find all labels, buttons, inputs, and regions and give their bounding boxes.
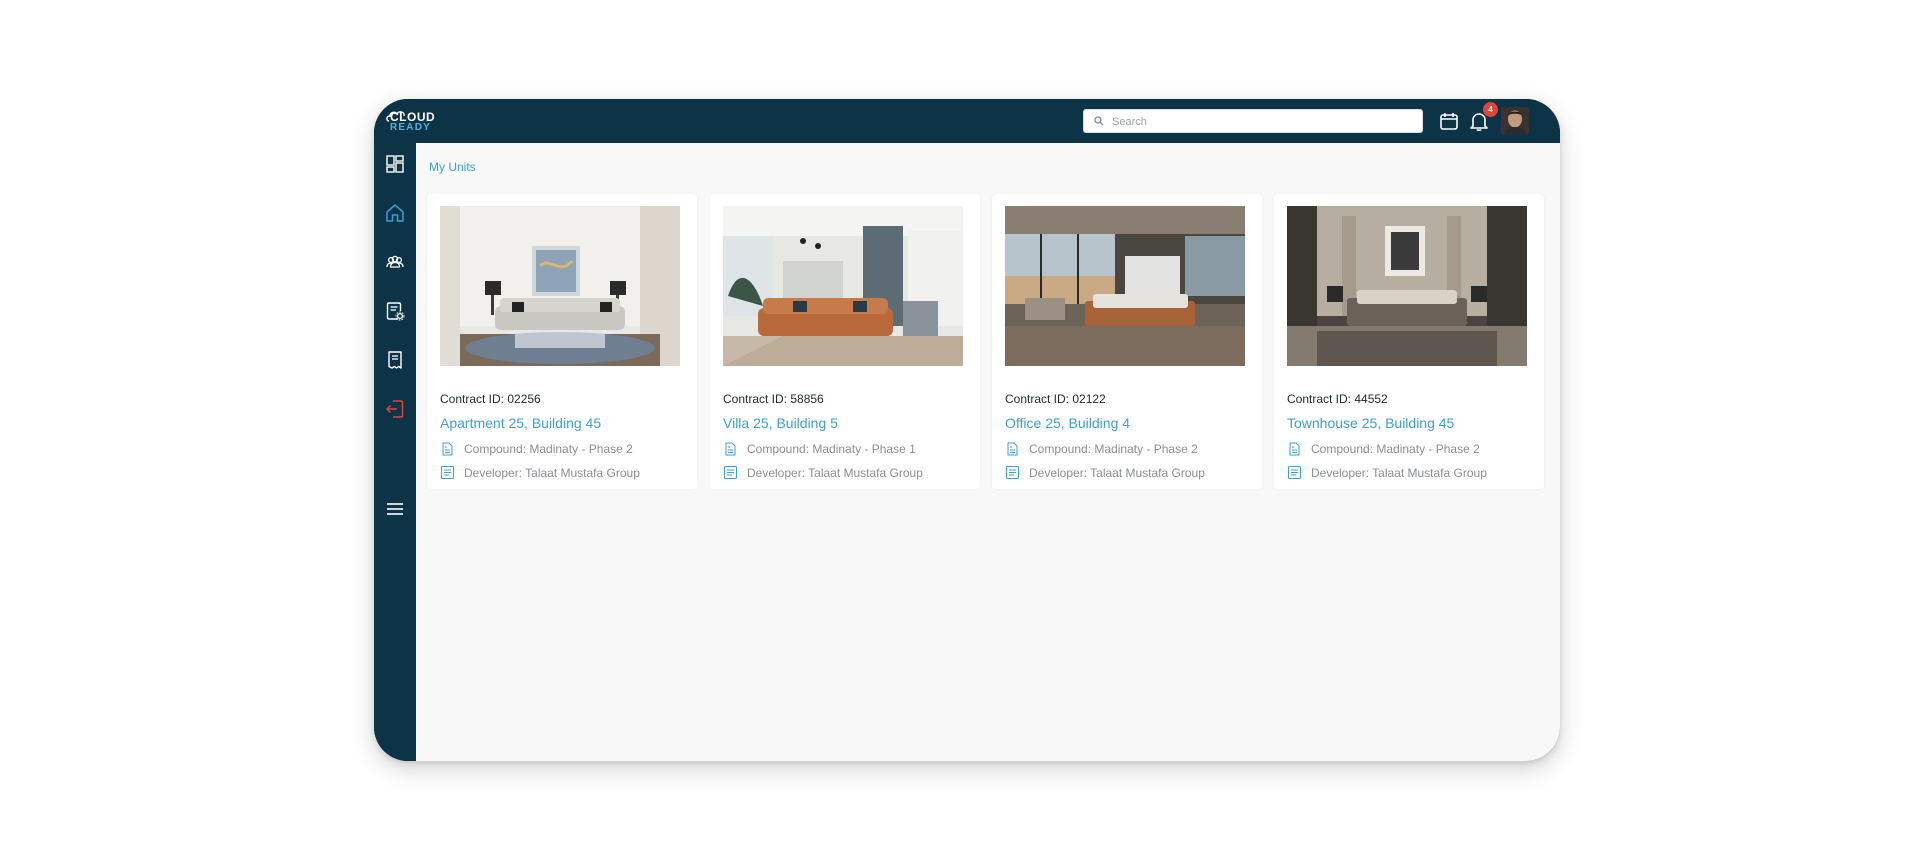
sidebar-item-logout[interactable]	[384, 398, 406, 420]
top-bar: CLOUD READY 4	[374, 99, 1560, 143]
sidebar-menu-toggle[interactable]	[384, 498, 406, 520]
calendar-icon	[1440, 113, 1458, 130]
unit-card[interactable]: Contract ID: 02256 Apartment 25, Buildin…	[427, 194, 697, 489]
sidebar-item-home[interactable]	[384, 202, 406, 224]
contract-id: Contract ID: 44552	[1287, 392, 1388, 406]
document-list-icon	[1288, 466, 1301, 479]
developer-text: Developer: Talaat Mustafa Group	[747, 466, 923, 480]
developer-text: Developer: Talaat Mustafa Group	[1029, 466, 1205, 480]
people-icon	[386, 255, 404, 268]
app-window: CLOUD READY 4	[374, 99, 1560, 761]
compound-text: Compound: Madinaty - Phase 1	[747, 442, 916, 456]
bedroom-photo	[1287, 206, 1527, 366]
profile-photo	[1501, 107, 1529, 135]
contract-id: Contract ID: 02122	[1005, 392, 1106, 406]
document-list-icon	[441, 466, 454, 479]
bedroom-photo	[1005, 206, 1245, 366]
sidebar-item-dashboard[interactable]	[384, 153, 406, 175]
unit-card[interactable]: Contract ID: 02122 Office 25, Building 4…	[992, 194, 1262, 489]
user-avatar[interactable]	[1501, 107, 1529, 135]
unit-card[interactable]: Contract ID: 58856 Villa 25, Building 5 …	[710, 194, 980, 489]
developer-text: Developer: Talaat Mustafa Group	[464, 466, 640, 480]
unit-title-link[interactable]: Apartment 25, Building 45	[440, 415, 601, 431]
dashboard-icon	[386, 155, 404, 173]
developer-text: Developer: Talaat Mustafa Group	[1311, 466, 1487, 480]
compound-text: Compound: Madinaty - Phase 2	[464, 442, 633, 456]
notification-count-badge: 4	[1483, 102, 1498, 117]
unit-card[interactable]: Contract ID: 44552 Townhouse 25, Buildin…	[1274, 194, 1544, 489]
sidebar-item-document-settings[interactable]	[384, 300, 406, 322]
receipt-icon	[388, 351, 402, 369]
document-settings-icon	[386, 302, 405, 321]
search-icon	[1094, 116, 1104, 126]
contract-id: Contract ID: 02256	[440, 392, 541, 406]
logout-icon	[386, 400, 404, 418]
home-icon	[386, 204, 404, 222]
unit-title-link[interactable]: Villa 25, Building 5	[723, 415, 838, 431]
building-icon	[1289, 442, 1300, 456]
sidebar-item-people[interactable]	[384, 251, 406, 273]
contract-id: Contract ID: 58856	[723, 392, 824, 406]
unit-title-link[interactable]: Office 25, Building 4	[1005, 415, 1130, 431]
document-list-icon	[1006, 466, 1019, 479]
search-box[interactable]	[1083, 109, 1423, 133]
compound-text: Compound: Madinaty - Phase 2	[1029, 442, 1198, 456]
living-room-photo	[723, 206, 963, 366]
main-content: My Units Contract ID: 02256 Apartment 25…	[416, 143, 1560, 761]
living-room-photo	[440, 206, 680, 366]
sidebar-item-receipts[interactable]	[384, 349, 406, 371]
breadcrumb[interactable]: My Units	[429, 160, 476, 174]
sidebar	[374, 143, 416, 761]
logo-text-ready: READY	[390, 122, 432, 133]
document-list-icon	[724, 466, 737, 479]
compound-text: Compound: Madinaty - Phase 2	[1311, 442, 1480, 456]
building-icon	[725, 442, 736, 456]
calendar-button[interactable]	[1437, 109, 1461, 133]
building-icon	[442, 442, 453, 456]
search-input[interactable]	[1110, 112, 1414, 132]
menu-icon	[387, 503, 403, 515]
cloud-ready-logo[interactable]: CLOUD READY	[384, 107, 444, 135]
unit-title-link[interactable]: Townhouse 25, Building 45	[1287, 415, 1454, 431]
building-icon	[1007, 442, 1018, 456]
